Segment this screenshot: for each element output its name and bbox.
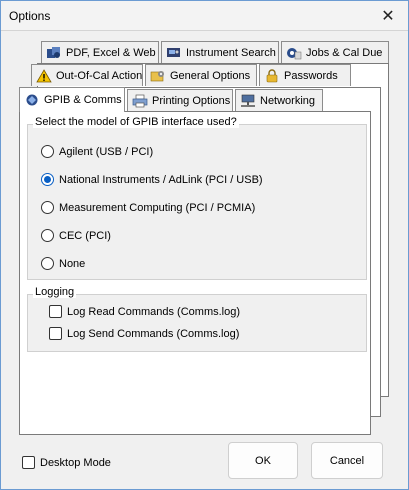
options-dialog: Options ✕ PDF, Excel & Web Instrument Se… <box>0 0 409 490</box>
lock-icon <box>264 68 280 83</box>
pdf-web-icon <box>46 46 62 60</box>
tab-out-of-cal-action[interactable]: Out-Of-Cal Action <box>31 64 143 86</box>
radio-agilent[interactable]: Agilent (USB / PCI) <box>41 145 153 158</box>
cancel-button[interactable]: Cancel <box>311 442 383 479</box>
checkbox[interactable] <box>22 456 35 469</box>
checkbox-desktop-mode[interactable]: Desktop Mode <box>22 456 111 469</box>
tab-label: Networking <box>260 94 316 107</box>
gpib-comms-icon <box>24 93 40 107</box>
tab-gpib-comms[interactable]: GPIB & Comms <box>19 87 125 112</box>
title-bar: Options ✕ <box>1 1 408 31</box>
close-icon: ✕ <box>381 8 395 25</box>
radio-national-instruments[interactable]: National Instruments / AdLink (PCI / USB… <box>41 173 263 186</box>
tab-label: Passwords <box>284 69 338 82</box>
checkbox-label: Log Read Commands (Comms.log) <box>67 305 241 318</box>
tab-jobs-cal-due[interactable]: Jobs & Cal Due <box>281 41 389 63</box>
checkbox-log-read[interactable]: Log Read Commands (Comms.log) <box>49 305 240 318</box>
tab-label: GPIB & Comms <box>44 94 122 106</box>
ok-button[interactable]: OK <box>228 442 298 479</box>
printer-icon <box>132 94 148 108</box>
checkbox[interactable] <box>49 305 62 318</box>
radio-button[interactable] <box>41 201 54 214</box>
tab-label: General Options <box>170 69 251 82</box>
tab-label: Jobs & Cal Due <box>306 46 383 59</box>
tab-label: Printing Options <box>152 94 231 107</box>
checkbox-label: Log Send Commands (Comms.log) <box>67 327 240 340</box>
jobs-calendar-icon <box>286 46 302 60</box>
tab-networking[interactable]: Networking <box>235 89 323 111</box>
checkbox-label: Desktop Mode <box>40 456 111 469</box>
tab-general-options[interactable]: General Options <box>145 64 257 86</box>
radio-label: None <box>59 257 86 270</box>
tab-pdf-excel-web[interactable]: PDF, Excel & Web <box>41 41 159 63</box>
tab-label: Out-Of-Cal Action <box>56 69 143 82</box>
instrument-search-icon <box>166 46 182 60</box>
radio-button[interactable] <box>41 173 54 186</box>
tab-printing-options[interactable]: Printing Options <box>127 89 233 111</box>
window-title: Options <box>9 9 51 23</box>
radio-none[interactable]: None <box>41 257 85 270</box>
radio-measurement-computing[interactable]: Measurement Computing (PCI / PCMIA) <box>41 201 255 214</box>
radio-label: Measurement Computing (PCI / PCMIA) <box>59 201 256 214</box>
logging-group <box>27 294 367 352</box>
radio-button[interactable] <box>41 257 54 270</box>
tab-label: Instrument Search <box>186 46 276 59</box>
warning-icon <box>36 68 52 83</box>
radio-label: Agilent (USB / PCI) <box>59 145 154 158</box>
close-button[interactable]: ✕ <box>368 1 408 31</box>
tab-instrument-search[interactable]: Instrument Search <box>161 41 279 63</box>
network-icon <box>240 94 256 108</box>
general-options-icon <box>150 69 166 83</box>
checkbox-log-send[interactable]: Log Send Commands (Comms.log) <box>49 327 239 340</box>
tab-passwords[interactable]: Passwords <box>259 64 351 86</box>
gpib-group-label: Select the model of GPIB interface used? <box>33 116 239 128</box>
tab-page-gpib-comms: Select the model of GPIB interface used?… <box>19 111 371 435</box>
checkbox[interactable] <box>49 327 62 340</box>
logging-group-label: Logging <box>33 286 77 298</box>
radio-button[interactable] <box>41 229 54 242</box>
radio-button[interactable] <box>41 145 54 158</box>
radio-label: CEC (PCI) <box>59 229 111 242</box>
radio-cec[interactable]: CEC (PCI) <box>41 229 111 242</box>
radio-label: National Instruments / AdLink (PCI / USB… <box>59 173 263 186</box>
tab-label: PDF, Excel & Web <box>66 46 156 59</box>
